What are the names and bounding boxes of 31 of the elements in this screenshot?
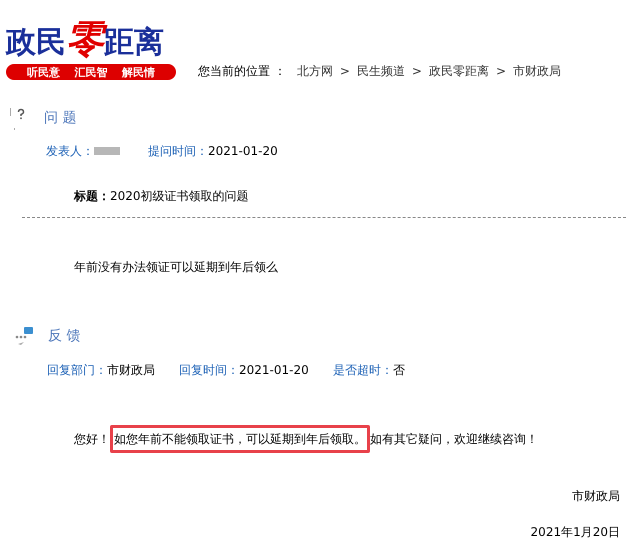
meta-value: 2021-01-20 <box>239 362 309 379</box>
question-title: 2020初级证书领取的问题 <box>110 188 249 205</box>
breadcrumb-link[interactable]: 市财政局 <box>513 62 562 80</box>
chat-bubble-icon <box>14 326 34 346</box>
meta-label: 回复时间： <box>179 362 239 379</box>
breadcrumb-link[interactable]: 政民零距离 <box>428 62 489 80</box>
title-label: 标题： <box>74 188 110 205</box>
meta-value: 2021-01-20 <box>208 143 278 160</box>
tagline-banner: 听民意 汇民智 解民情 <box>6 64 176 80</box>
question-body: 年前没有办法领证可以延期到年后领么 <box>74 260 278 274</box>
meta-label: 是否超时： <box>332 362 393 379</box>
breadcrumb-link[interactable]: 北方网 <box>296 62 333 80</box>
meta-value: 否 <box>392 362 405 379</box>
highlighted-text: 如您年前不能领取证书，可以延期到年后领取。 <box>110 425 370 453</box>
site-logo[interactable]: 政民零距离 <box>6 8 176 58</box>
breadcrumb-label: 您当前的位置 ： <box>198 63 286 80</box>
meta-label: 回复部门： <box>47 362 107 379</box>
reply-text: 您好！ <box>74 431 110 448</box>
meta-label: 发表人： <box>46 143 94 160</box>
section-heading: 问 题 <box>44 108 76 128</box>
section-heading: 反 馈 <box>48 327 80 346</box>
meta-value: 市财政局 <box>107 362 155 379</box>
breadcrumb-separator: > <box>340 63 350 80</box>
breadcrumb-separator: > <box>496 63 506 80</box>
reply-date: 2021年1月20日 <box>530 524 620 541</box>
reply-text: 如有其它疑问，欢迎继续咨询！ <box>370 431 538 448</box>
blurred-name <box>94 147 120 155</box>
reply-signature: 市财政局 <box>572 488 620 505</box>
breadcrumb-link[interactable]: 民生频道 <box>356 62 405 80</box>
meta-label: 提问时间： <box>148 143 208 160</box>
breadcrumb-separator: > <box>412 63 422 80</box>
